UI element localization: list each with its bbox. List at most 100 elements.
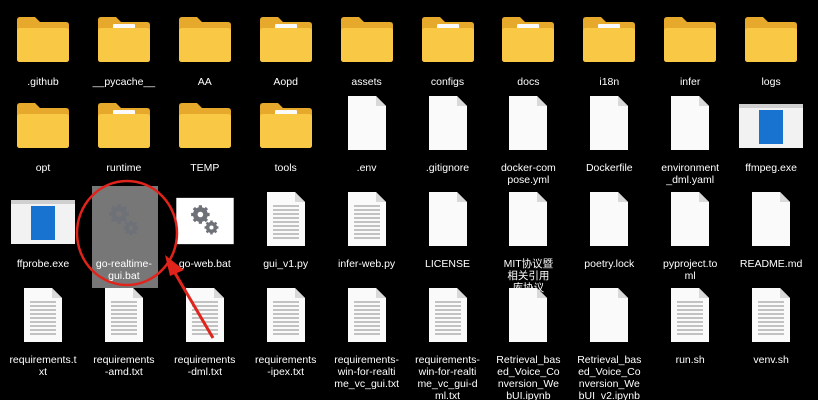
file-item[interactable]: README.md [730,192,812,292]
file-item[interactable]: logs [730,10,812,110]
file-label: runtime [106,162,142,174]
text-file-icon [344,286,390,349]
file-item[interactable]: LICENSE [407,192,489,292]
file-label: __pycache__ [92,76,156,88]
file-item[interactable]: Retrieval_based_Voice_Conversion_WebUI.i… [487,286,569,400]
file-label: .github [27,76,59,88]
file-label: Dockerfile [585,162,633,174]
file-label: infer-web.py [337,258,396,270]
file-item[interactable]: tools [245,96,327,196]
blank-file-icon [344,94,390,157]
file-label: docker-compose.yml [500,162,556,186]
folder-with-content-icon [580,14,638,69]
file-label: requirements-amd.txt [93,354,155,378]
folder-with-content-icon [95,14,153,69]
file-item[interactable]: requirements-dml.txt [164,288,246,388]
file-label: configs [430,76,465,88]
file-item[interactable]: environment_dml.yaml [649,96,731,196]
file-item[interactable]: opt [2,96,84,196]
blank-file-icon [505,286,551,349]
file-label: LICENSE [425,258,470,270]
blank-file-icon [667,190,713,253]
file-label: docs [517,76,540,88]
text-file-icon [425,286,471,349]
file-item[interactable]: Dockerfile [568,96,650,196]
file-label: .gitignore [425,162,470,174]
file-label: go-realtime-gui.bat [95,258,152,282]
folder-icon [176,14,234,69]
blank-file-icon [586,190,632,253]
text-file-icon [263,286,309,349]
file-item[interactable]: infer-web.py [326,192,408,292]
file-item[interactable]: AA [164,10,246,110]
file-item[interactable]: requirements-win-for-realtime_vc_gui.txt [326,286,408,390]
file-item[interactable]: MIT协议暨相关引用库协议 [487,190,569,294]
folder-icon [742,14,800,69]
file-label: assets [351,76,382,88]
file-label: AA [197,76,212,88]
file-explorer-grid: .github __pycache__ AA Aopd assets configs doc… [0,0,818,400]
file-item[interactable]: pyproject.toml [649,192,731,292]
file-label: ffmpeg.exe [745,162,797,174]
file-item[interactable]: ffprobe.exe [2,192,84,292]
file-label: venv.sh [753,354,789,366]
file-item[interactable]: .gitignore [407,96,489,196]
text-file-icon [101,286,147,349]
file-label: requirements-dml.txt [174,354,236,378]
folder-with-content-icon [257,100,315,155]
file-item[interactable]: run.sh [649,288,731,388]
file-item[interactable]: runtime [83,96,165,196]
file-label: infer [679,76,701,88]
text-file-icon [263,190,309,253]
file-item[interactable]: requirements-amd.txt [83,288,165,388]
file-label: run.sh [675,354,705,366]
gears-icon [171,196,239,251]
file-label: environment_dml.yaml [661,162,720,186]
blank-file-icon [425,94,471,157]
blank-file-icon [586,286,632,349]
file-item[interactable]: requirements-win-for-realtime_vc_gui-dml… [407,286,489,400]
file-item[interactable]: poetry.lock [568,192,650,292]
file-item[interactable]: requirements-ipex.txt [245,288,327,388]
file-label: tools [274,162,297,174]
folder-icon [176,100,234,155]
file-label: .env [356,162,377,174]
file-label: Retrieval_based_Voice_Conversion_WebUI_v… [577,354,642,400]
file-item[interactable]: requirements.txt [2,288,84,388]
file-label: requirements-win-for-realtime_vc_gui-dml… [415,354,480,400]
folder-icon [338,14,396,69]
file-item[interactable]: go-web.bat [164,192,246,292]
file-item[interactable]: .env [326,96,408,196]
file-label: go-web.bat [178,258,231,270]
blank-file-icon [505,190,551,253]
file-item[interactable]: venv.sh [730,288,812,388]
exe-window-icon [10,196,76,251]
text-file-icon [182,286,228,349]
file-label: gui_v1.py [263,258,309,270]
file-label: requirements-ipex.txt [255,354,317,378]
folder-icon [14,100,72,155]
file-item[interactable]: Retrieval_based_Voice_Conversion_WebUI_v… [568,286,650,400]
file-label: pyproject.toml [663,258,718,282]
file-label: Aopd [273,76,298,88]
file-label: logs [761,76,781,88]
folder-icon [661,14,719,69]
file-item[interactable]: TEMP [164,96,246,196]
text-file-icon [667,286,713,349]
blank-file-icon [425,190,471,253]
gears-icon [93,194,155,253]
file-item[interactable]: ffmpeg.exe [730,96,812,196]
file-label: Retrieval_based_Voice_Conversion_WebUI.i… [496,354,561,400]
file-item[interactable]: Aopd [245,10,327,110]
blank-file-icon [505,94,551,157]
file-label: README.md [739,258,803,270]
file-item[interactable]: docker-compose.yml [487,96,569,196]
blank-file-icon [748,190,794,253]
file-item[interactable]: go-realtime-gui.bat [83,186,165,292]
file-item[interactable]: __pycache__ [83,10,165,110]
folder-with-docs-icon [499,14,557,69]
folder-with-image-icon [257,14,315,69]
file-label: requirements-win-for-realtime_vc_gui.txt [334,354,399,390]
file-item[interactable]: .github [2,10,84,110]
file-item[interactable]: gui_v1.py [245,192,327,292]
